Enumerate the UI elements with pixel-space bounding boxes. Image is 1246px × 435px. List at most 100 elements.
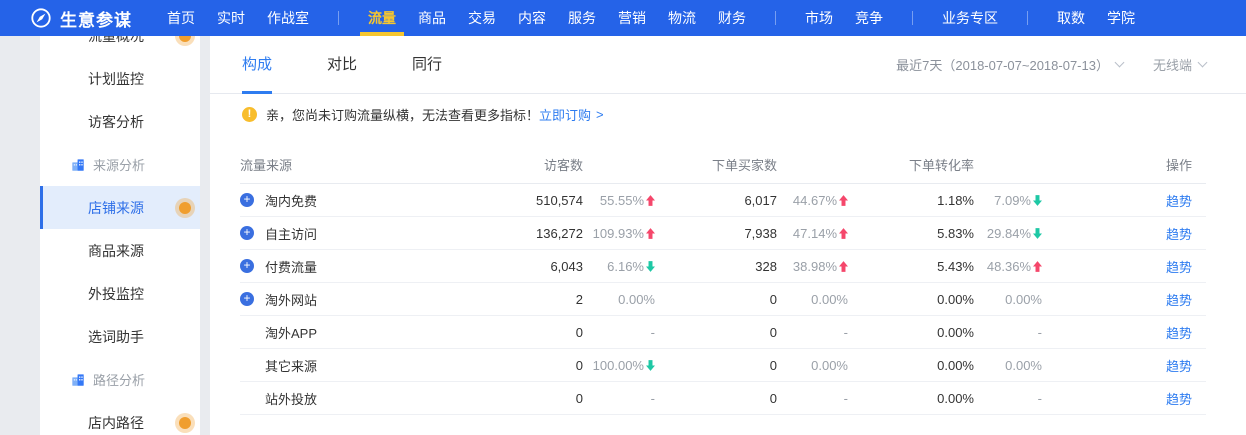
trend-link[interactable]: 趋势 bbox=[1166, 227, 1192, 242]
visitors-value: 0 bbox=[480, 391, 583, 406]
sidebar-item-选词助手[interactable]: 选词助手 bbox=[40, 315, 200, 358]
nav-item-首页[interactable]: 首页 bbox=[167, 0, 195, 36]
sidebar-item-商品来源[interactable]: 商品来源 bbox=[40, 229, 200, 272]
table-row: +淘外APP0-0-0.00%-趋势 bbox=[240, 316, 1206, 349]
visitors-value: 510,574 bbox=[480, 193, 583, 208]
source-name-cell: +付费流量 bbox=[240, 257, 480, 276]
trend-up-icon bbox=[646, 228, 655, 239]
nav-item-交易[interactable]: 交易 bbox=[468, 0, 496, 36]
visitors-change: 100.00% bbox=[583, 358, 655, 373]
nav-item-物流[interactable]: 物流 bbox=[668, 0, 696, 36]
expand-icon[interactable]: + bbox=[240, 292, 254, 306]
table-row: +站外投放0-0-0.00%-趋势 bbox=[240, 382, 1206, 415]
trend-down-icon bbox=[646, 261, 655, 272]
trend-link[interactable]: 趋势 bbox=[1166, 293, 1192, 308]
nav-item-学院[interactable]: 学院 bbox=[1107, 0, 1135, 36]
sidebar-item-店铺来源[interactable]: 店铺来源 bbox=[40, 186, 200, 229]
conversion-value: 1.18% bbox=[848, 193, 974, 208]
date-range-label: 最近7天（2018-07-07~2018-07-13） bbox=[896, 55, 1109, 74]
main-content: 构成对比同行 最近7天（2018-07-07~2018-07-13） 无线端 !… bbox=[210, 36, 1246, 435]
nav-item-流量[interactable]: 流量 bbox=[368, 0, 396, 36]
nav-item-营销[interactable]: 营销 bbox=[618, 0, 646, 36]
sidebar-section-label: 路径分析 bbox=[93, 370, 145, 389]
nav-menu: 首页实时作战室 流量商品交易内容服务营销物流财务 市场竞争 业务专区 取数学院 bbox=[156, 0, 1146, 36]
trend-link[interactable]: 趋势 bbox=[1166, 359, 1192, 374]
buyers-change: 0.00% bbox=[777, 358, 848, 373]
visitors-change-value: 100.00% bbox=[593, 358, 644, 373]
visitors-change-value: 6.16% bbox=[607, 259, 644, 274]
table-row: +其它来源0100.00%00.00%0.00%0.00%趋势 bbox=[240, 349, 1206, 382]
conversion-change-value: 0.00% bbox=[1005, 292, 1042, 307]
buyers-change: 38.98% bbox=[777, 259, 848, 274]
col-header-conversion: 下单转化率 bbox=[848, 155, 974, 174]
visitors-change: 109.93% bbox=[583, 226, 655, 241]
conversion-change: - bbox=[974, 325, 1042, 340]
source-name: 淘外网站 bbox=[265, 290, 317, 309]
buyers-change: 44.67% bbox=[777, 193, 848, 208]
action-cell: 趋势 bbox=[1042, 389, 1206, 408]
conversion-value: 5.43% bbox=[848, 259, 974, 274]
buyers-value: 7,938 bbox=[655, 226, 777, 241]
new-badge-icon bbox=[179, 202, 191, 214]
conversion-change-value: 0.00% bbox=[1005, 358, 1042, 373]
nav-item-实时[interactable]: 实时 bbox=[217, 0, 245, 36]
sidebar-item-访客分析[interactable]: 访客分析 bbox=[40, 100, 200, 143]
warning-icon: ! bbox=[242, 107, 257, 122]
conversion-value: 0.00% bbox=[848, 325, 974, 340]
visitors-change-value: 55.55% bbox=[600, 193, 644, 208]
table-row: +付费流量6,0436.16%32838.98%5.43%48.36%趋势 bbox=[240, 250, 1206, 283]
nav-item-财务[interactable]: 财务 bbox=[718, 0, 746, 36]
sidebar: 流量概况计划监控访客分析来源分析店铺来源商品来源外投监控选词助手路径分析店内路径 bbox=[40, 36, 200, 435]
sidebar-section-label: 来源分析 bbox=[93, 155, 145, 174]
nav-item-服务[interactable]: 服务 bbox=[568, 0, 596, 36]
trend-link[interactable]: 趋势 bbox=[1166, 260, 1192, 275]
col-header-buyers: 下单买家数 bbox=[655, 155, 777, 174]
trend-link[interactable]: 趋势 bbox=[1166, 392, 1192, 407]
tab-对比[interactable]: 对比 bbox=[327, 36, 357, 94]
sidebar-item-外投监控[interactable]: 外投监控 bbox=[40, 272, 200, 315]
col-header-source: 流量来源 bbox=[240, 155, 480, 174]
subscription-notice: ! 亲，您尚未订购流量纵横，无法查看更多指标！ 立即订购 > bbox=[210, 94, 1246, 124]
tab-同行[interactable]: 同行 bbox=[412, 36, 442, 94]
nav-item-市场[interactable]: 市场 bbox=[805, 0, 833, 36]
buyers-change: - bbox=[777, 325, 848, 340]
nav-item-业务专区[interactable]: 业务专区 bbox=[942, 0, 998, 36]
conversion-change: 0.00% bbox=[974, 358, 1042, 373]
sidebar-item-店内路径[interactable]: 店内路径 bbox=[40, 401, 200, 435]
conversion-change: 0.00% bbox=[974, 292, 1042, 307]
arrow-right-icon[interactable]: > bbox=[596, 107, 604, 122]
visitors-change: - bbox=[583, 325, 655, 340]
date-range-selector[interactable]: 最近7天（2018-07-07~2018-07-13） bbox=[896, 55, 1123, 74]
subscribe-now-link[interactable]: 立即订购 bbox=[539, 105, 591, 124]
top-navbar: 生意参谋 首页实时作战室流量商品交易内容服务营销物流财务市场竞争业务专区取数学院 bbox=[0, 0, 1246, 36]
source-name-cell: +其它来源 bbox=[240, 356, 480, 375]
channel-selector[interactable]: 无线端 bbox=[1153, 55, 1206, 74]
trend-link[interactable]: 趋势 bbox=[1166, 326, 1192, 341]
expand-icon[interactable]: + bbox=[240, 226, 254, 240]
buyers-value: 0 bbox=[655, 358, 777, 373]
nav-item-内容[interactable]: 内容 bbox=[518, 0, 546, 36]
nav-item-商品[interactable]: 商品 bbox=[418, 0, 446, 36]
trend-link[interactable]: 趋势 bbox=[1166, 194, 1192, 209]
buyers-change-value: 0.00% bbox=[811, 292, 848, 307]
nav-separator bbox=[912, 11, 913, 25]
nav-separator bbox=[338, 11, 339, 25]
trend-down-icon bbox=[1033, 195, 1042, 206]
buyers-value: 0 bbox=[655, 391, 777, 406]
expand-icon[interactable]: + bbox=[240, 259, 254, 273]
expand-icon[interactable]: + bbox=[240, 193, 254, 207]
conversion-value: 0.00% bbox=[848, 358, 974, 373]
buyers-change-value: 0.00% bbox=[811, 358, 848, 373]
nav-item-取数[interactable]: 取数 bbox=[1057, 0, 1085, 36]
building-icon bbox=[71, 158, 85, 172]
conversion-change: - bbox=[974, 391, 1042, 406]
nav-item-竞争[interactable]: 竞争 bbox=[855, 0, 883, 36]
source-name-cell: +淘外APP bbox=[240, 323, 480, 342]
source-name: 淘外APP bbox=[265, 323, 317, 342]
tab-构成[interactable]: 构成 bbox=[242, 36, 272, 94]
nav-item-作战室[interactable]: 作战室 bbox=[267, 0, 309, 36]
sidebar-section-来源分析: 来源分析 bbox=[40, 143, 200, 186]
sidebar-item-计划监控[interactable]: 计划监控 bbox=[40, 57, 200, 100]
visitors-change: 6.16% bbox=[583, 259, 655, 274]
sidebar-item-label: 计划监控 bbox=[88, 69, 144, 89]
